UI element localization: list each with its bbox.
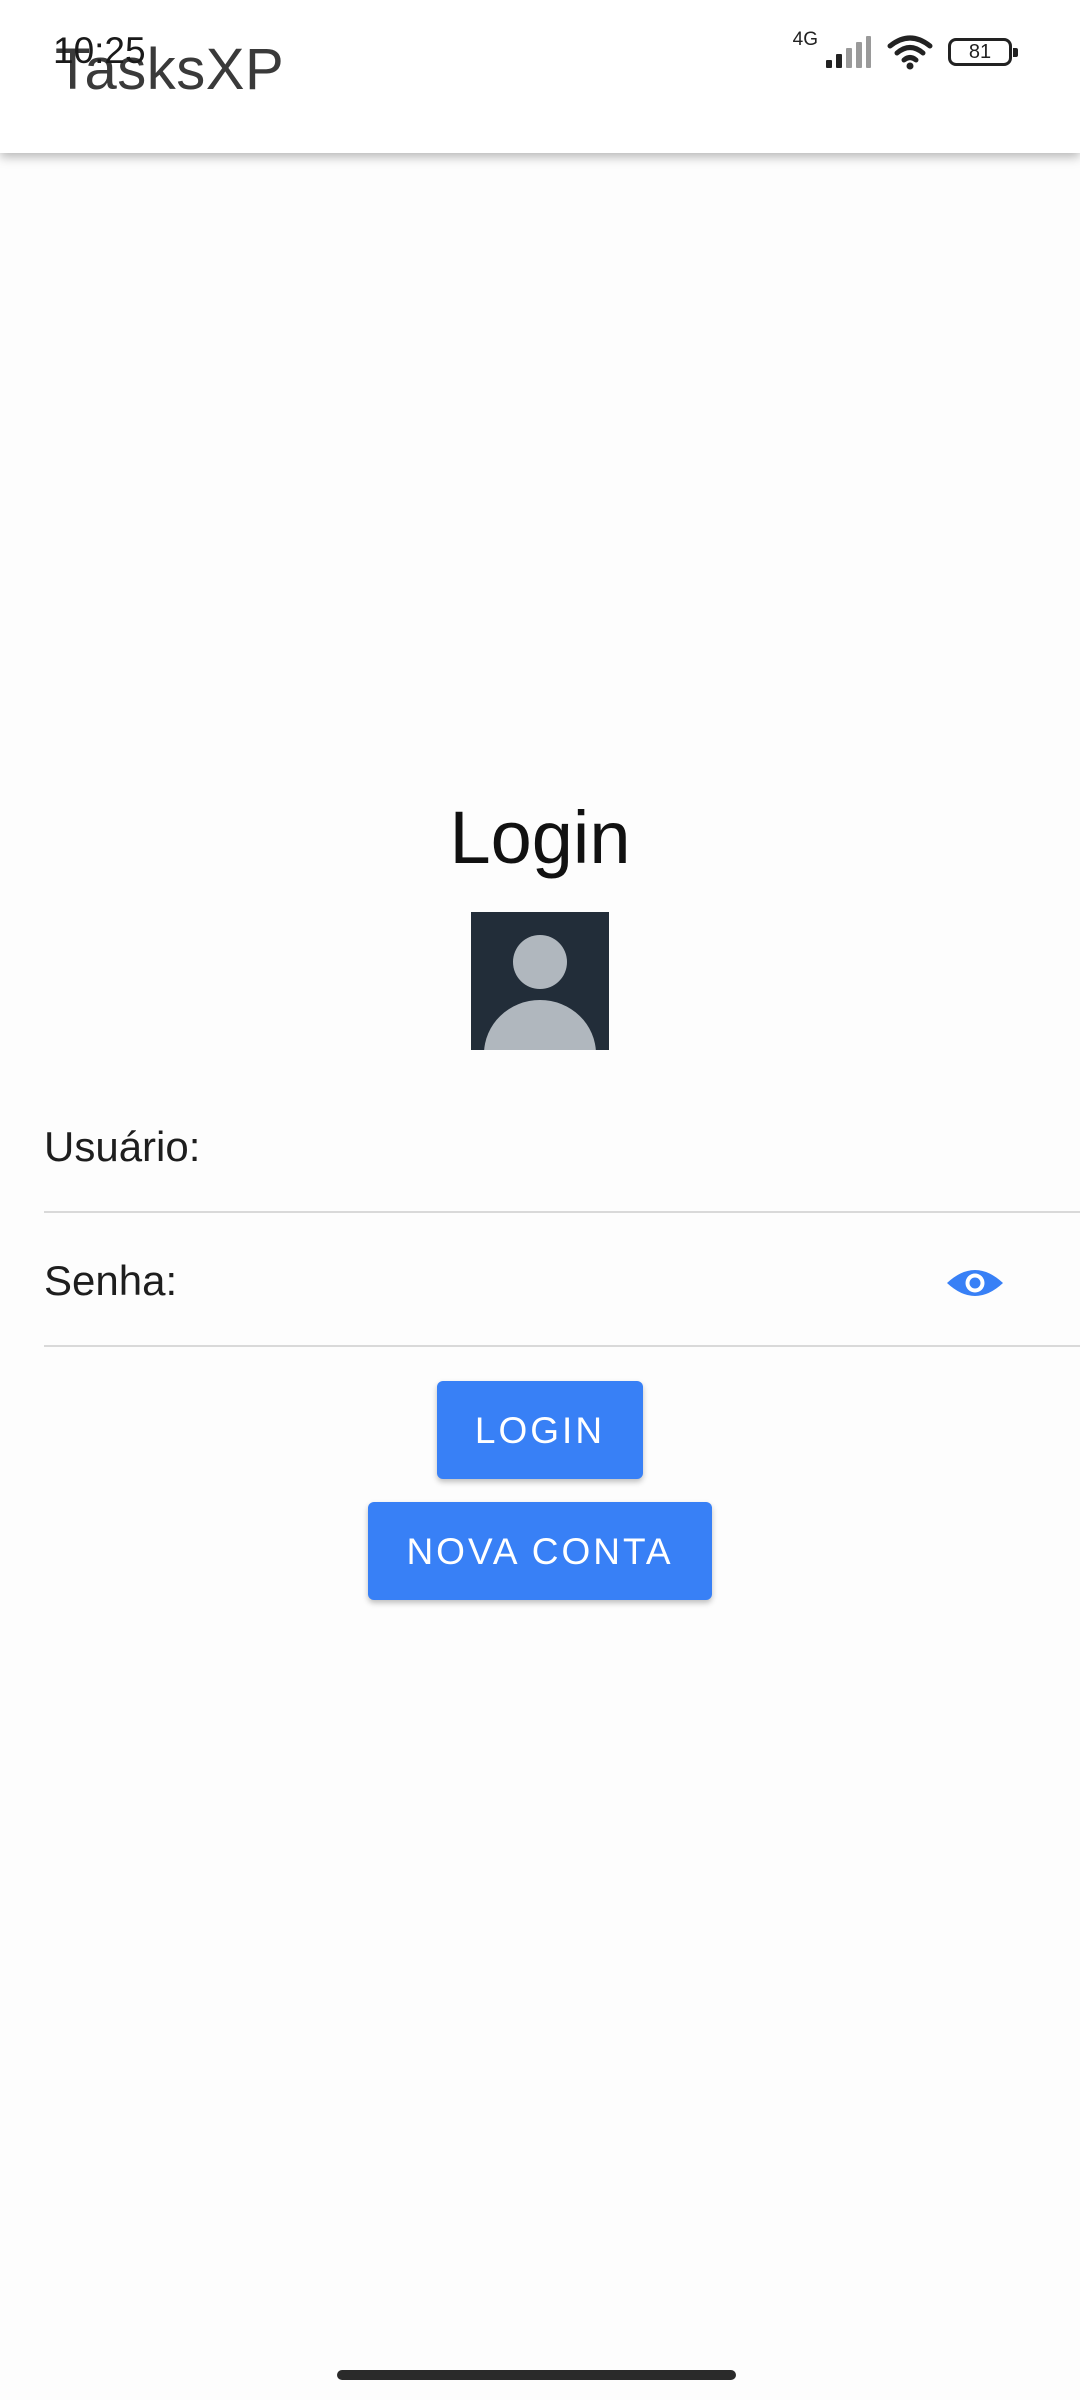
usuario-field: Usuário: — [44, 1113, 1080, 1213]
login-button[interactable]: LOGIN — [437, 1381, 643, 1479]
battery-level: 81 — [968, 40, 992, 63]
eye-icon[interactable] — [945, 1263, 1005, 1303]
login-title: Login — [449, 796, 631, 879]
usuario-label: Usuário: — [44, 1123, 201, 1170]
battery-indicator: 81 — [948, 38, 1018, 66]
nova-conta-button[interactable]: NOVA CONTA — [368, 1502, 712, 1600]
home-indicator[interactable] — [337, 2370, 736, 2380]
app-bar: TasksXP 10:25 4G 81 — [0, 0, 1080, 153]
status-time: 10:25 — [53, 30, 146, 71]
usuario-input[interactable] — [224, 1113, 928, 1211]
senha-input[interactable] — [224, 1247, 888, 1345]
status-icons: 4G 81 — [792, 29, 1018, 74]
network-type-label: 4G — [792, 29, 818, 50]
senha-field: Senha: — [44, 1247, 1080, 1347]
senha-label: Senha: — [44, 1257, 178, 1304]
user-avatar-icon — [471, 912, 609, 1050]
wifi-icon — [887, 35, 933, 70]
signal-icon — [826, 36, 871, 68]
